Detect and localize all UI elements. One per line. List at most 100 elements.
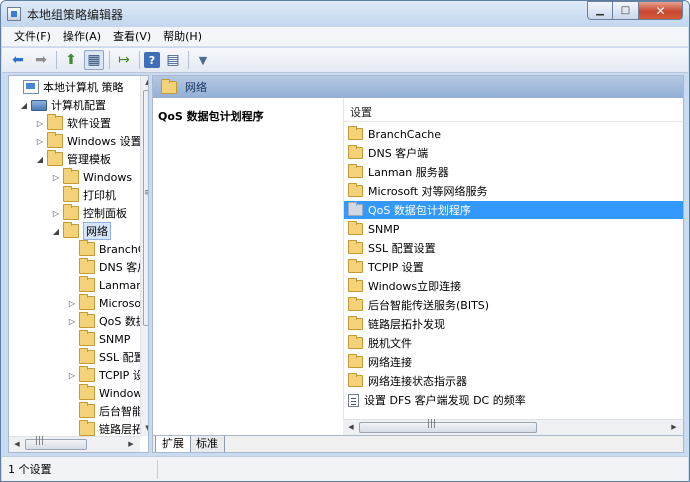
list-item[interactable]: 网络连接 bbox=[344, 353, 683, 371]
tree-item[interactable]: Lanman 服务器 bbox=[67, 276, 148, 294]
expand-arrow-icon[interactable]: ▷ bbox=[35, 119, 45, 128]
list-item-label: SNMP bbox=[368, 222, 400, 236]
tree-item-label: 控制面板 bbox=[83, 207, 127, 220]
expand-arrow-icon[interactable]: ▷ bbox=[51, 209, 61, 218]
list-item[interactable]: Microsoft 对等网络服务 bbox=[344, 182, 683, 200]
title-bar[interactable]: 本地组策略编辑器 ▁ □ ✕ bbox=[1, 1, 689, 27]
list-item[interactable]: SSL 配置设置 bbox=[344, 239, 683, 257]
column-header-setting[interactable]: 设置 bbox=[344, 104, 683, 122]
list-item[interactable]: TCPIP 设置 bbox=[344, 258, 683, 276]
tree-item[interactable]: ▷ Windows bbox=[51, 168, 132, 186]
scroll-thumb[interactable] bbox=[143, 90, 148, 326]
export-list-icon[interactable]: ↦ bbox=[114, 50, 134, 70]
scroll-up-arrow-icon[interactable]: ▲ bbox=[141, 78, 148, 86]
list-item-label: Windows立即连接 bbox=[368, 280, 462, 293]
folder-icon bbox=[161, 78, 177, 94]
folder-icon bbox=[79, 330, 95, 346]
properties-icon[interactable]: ▤ bbox=[163, 50, 183, 70]
up-folder-icon[interactable]: ⬆ bbox=[61, 50, 81, 70]
tree-item[interactable]: ▷Microsoft 对等网络服务 bbox=[67, 294, 148, 312]
list-item[interactable]: QoS 数据包计划程序 bbox=[344, 201, 683, 219]
settings-list[interactable]: 设置 BranchCache DNS 客户端 Lanman 服务器 Microsoft… bbox=[343, 98, 683, 430]
tree-item[interactable]: 后台智能传送服务(BITS) bbox=[67, 402, 148, 420]
expand-arrow-icon[interactable]: ▷ bbox=[67, 299, 77, 308]
list-item[interactable]: DNS 客户端 bbox=[344, 144, 683, 162]
tree-item[interactable]: 打印机 bbox=[51, 186, 116, 204]
list-item[interactable]: SNMP bbox=[344, 220, 683, 238]
collapse-arrow-icon[interactable]: ◢ bbox=[35, 155, 45, 164]
menu-action[interactable]: 操作(A) bbox=[57, 27, 107, 47]
scroll-right-arrow-icon[interactable]: ▶ bbox=[667, 423, 681, 431]
folder-icon bbox=[348, 354, 363, 368]
tree-item[interactable]: ◢ 网络 bbox=[51, 222, 111, 240]
list-item[interactable]: 脱机文件 bbox=[344, 334, 683, 352]
expand-arrow-icon[interactable]: ▷ bbox=[35, 137, 45, 146]
list-item-label: SSL 配置设置 bbox=[368, 242, 436, 255]
scroll-thumb[interactable] bbox=[359, 422, 537, 433]
folder-icon bbox=[348, 297, 363, 311]
forward-arrow-icon[interactable]: ➡ bbox=[31, 50, 51, 70]
list-item-label: 网络连接 bbox=[368, 356, 412, 369]
folder-icon bbox=[79, 366, 95, 382]
tree-item-label: 打印机 bbox=[83, 189, 116, 202]
minimize-button[interactable]: ▁ bbox=[587, 1, 613, 20]
tree-item[interactable]: ▷ 软件设置 bbox=[35, 114, 111, 132]
tree-horizontal-scrollbar[interactable]: ◀ ||| ▶ bbox=[9, 436, 140, 452]
tree-item[interactable]: SSL 配置设置 bbox=[67, 348, 148, 366]
view-tabs: 扩展 标准 bbox=[153, 435, 683, 452]
folder-icon bbox=[79, 276, 95, 292]
folder-icon bbox=[348, 221, 363, 235]
back-arrow-icon[interactable]: ⬅ bbox=[8, 50, 28, 70]
tree-item[interactable]: ◢ 计算机配置 bbox=[19, 96, 106, 114]
expand-arrow-icon[interactable]: ▷ bbox=[67, 371, 77, 380]
tree-item[interactable]: ▷QoS 数据包计划程序 bbox=[67, 312, 148, 330]
tree-item[interactable]: Windows立即连接 bbox=[67, 384, 148, 402]
list-item[interactable]: 后台智能传送服务(BITS) bbox=[344, 296, 683, 314]
folder-icon bbox=[348, 259, 363, 273]
tree-item[interactable]: ▷TCPIP 设置 bbox=[67, 366, 148, 384]
tree-item[interactable]: 本地计算机 策略 bbox=[11, 78, 124, 96]
expand-arrow-icon[interactable]: ▷ bbox=[67, 317, 77, 326]
list-item-label: QoS 数据包计划程序 bbox=[368, 204, 471, 217]
description-title: QoS 数据包计划程序 bbox=[158, 110, 264, 123]
filter-icon[interactable]: ▼ bbox=[193, 50, 213, 70]
menu-file[interactable]: 文件(F) bbox=[8, 27, 57, 47]
tree-pane[interactable]: 本地计算机 策略 ◢ 计算机配置 ▷ 软件设置 ▷ Windows 设置 ◢ 管理模板 ▷ Wind… bbox=[8, 75, 149, 453]
scroll-right-arrow-icon[interactable]: ▶ bbox=[124, 440, 138, 448]
tree-item[interactable]: DNS 客户端 bbox=[67, 258, 148, 276]
tab-extended[interactable]: 扩展 bbox=[155, 436, 191, 452]
window-title: 本地组策略编辑器 bbox=[27, 8, 124, 22]
list-item[interactable]: BranchCache bbox=[344, 125, 683, 143]
tree-item[interactable]: ▷ Windows 设置 bbox=[35, 132, 142, 150]
collapse-arrow-icon[interactable]: ◢ bbox=[51, 227, 61, 236]
tree-item[interactable]: BranchCache bbox=[67, 240, 148, 258]
list-item[interactable]: Lanman 服务器 bbox=[344, 163, 683, 181]
help-icon[interactable]: ? bbox=[144, 52, 160, 68]
list-item[interactable]: 网络连接状态指示器 bbox=[344, 372, 683, 390]
list-item[interactable]: 设置 DFS 客户端发现 DC 的频率 bbox=[344, 391, 683, 409]
expand-arrow-icon[interactable]: ▷ bbox=[51, 173, 61, 182]
details-header-title: 网络 bbox=[185, 81, 207, 94]
folder-icon bbox=[79, 402, 95, 418]
scroll-down-arrow-icon[interactable]: ▼ bbox=[141, 424, 148, 432]
tree-item[interactable]: ▷ 控制面板 bbox=[51, 204, 127, 222]
tree-item[interactable]: ◢ 管理模板 bbox=[35, 150, 111, 168]
scroll-left-arrow-icon[interactable]: ◀ bbox=[344, 423, 358, 431]
list-item-label: BranchCache bbox=[368, 127, 442, 141]
list-item[interactable]: Windows立即连接 bbox=[344, 277, 683, 295]
menu-view[interactable]: 查看(V) bbox=[107, 27, 157, 47]
menu-help[interactable]: 帮助(H) bbox=[157, 27, 208, 47]
tree-item[interactable]: SNMP bbox=[67, 330, 130, 348]
status-text: 1 个设置 bbox=[8, 459, 158, 479]
folder-icon bbox=[348, 373, 363, 387]
tree-vertical-scrollbar[interactable]: ▲ ≡ ▼ bbox=[140, 76, 148, 436]
list-item[interactable]: 链路层拓扑发现 bbox=[344, 315, 683, 333]
maximize-button[interactable]: □ bbox=[613, 1, 639, 20]
list-horizontal-scrollbar[interactable]: ◀ ||| ▶ bbox=[343, 419, 683, 435]
show-hide-tree-icon[interactable]: ▦ bbox=[84, 50, 104, 70]
collapse-arrow-icon[interactable]: ◢ bbox=[19, 101, 29, 110]
tab-standard[interactable]: 标准 bbox=[189, 436, 225, 452]
close-button[interactable]: ✕ bbox=[639, 1, 683, 20]
scroll-left-arrow-icon[interactable]: ◀ bbox=[10, 440, 24, 448]
toolbar-separator bbox=[109, 51, 110, 69]
